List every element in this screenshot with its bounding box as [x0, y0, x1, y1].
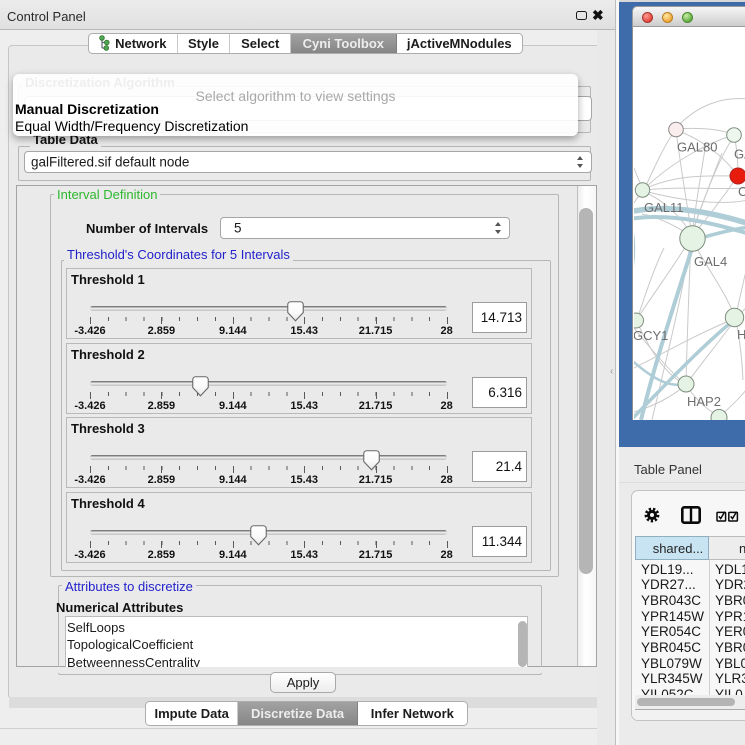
svg-text:GAL11: GAL11 — [644, 200, 684, 215]
svg-text:GA: GA — [734, 147, 745, 162]
svg-text:GAL80: GAL80 — [677, 140, 717, 155]
svg-text:GCY1: GCY1 — [634, 328, 668, 343]
svg-text:H: H — [737, 327, 745, 342]
svg-text:C: C — [738, 184, 745, 199]
svg-text:HAP2: HAP2 — [687, 394, 721, 409]
svg-text:GAL4: GAL4 — [694, 254, 727, 269]
